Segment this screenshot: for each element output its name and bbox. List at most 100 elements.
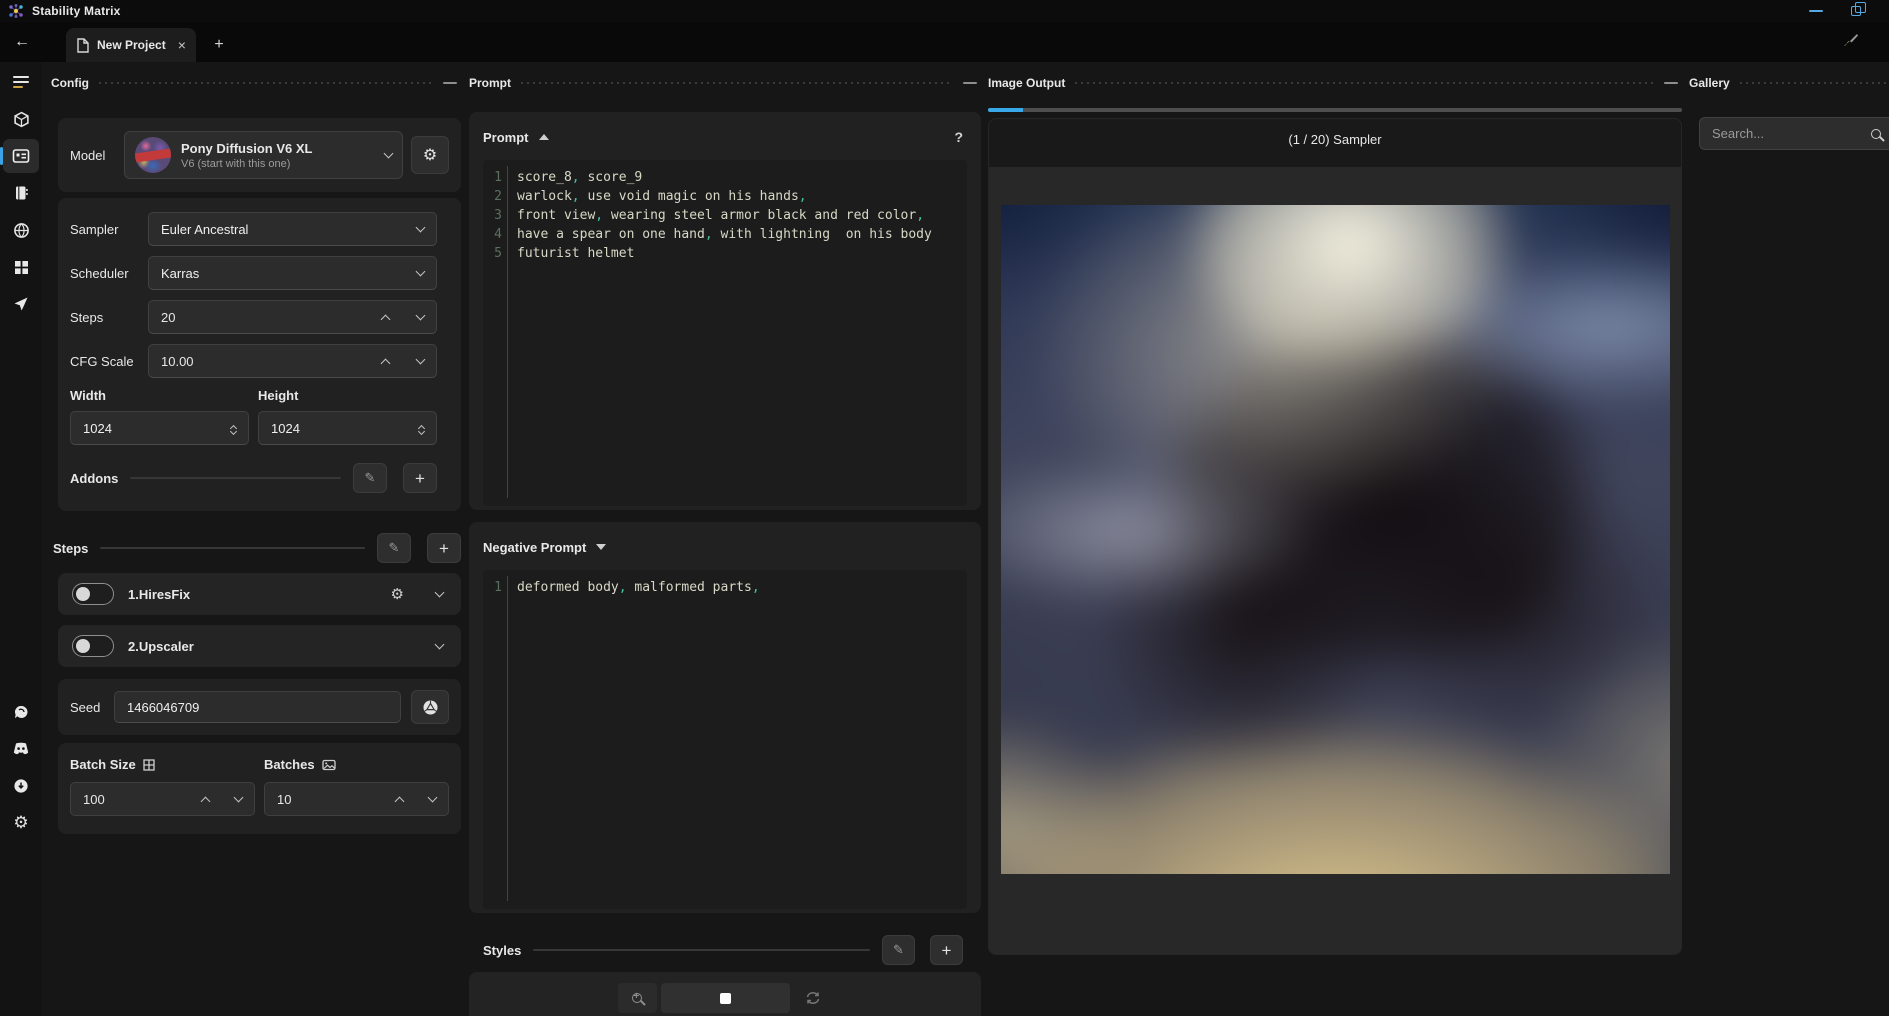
sampler-select[interactable]: Euler Ancestral: [148, 212, 437, 246]
sidebar-item-patreon[interactable]: [3, 695, 39, 729]
cfg-scale-input[interactable]: 10.00: [148, 344, 437, 378]
sidebar-item-checkpoints[interactable]: [3, 250, 39, 284]
styles-edit-button[interactable]: ✎: [882, 935, 915, 965]
help-button[interactable]: ?: [954, 129, 967, 145]
batch-grid-icon: [143, 758, 155, 771]
collapse-arrow-icon[interactable]: [538, 134, 549, 140]
download-icon: [13, 778, 29, 794]
chevron-down-icon: [415, 222, 426, 233]
scheduler-select[interactable]: Karras: [148, 256, 437, 290]
globe-icon: [13, 222, 30, 239]
batch-size-input[interactable]: 100: [70, 782, 255, 816]
height-label: Height: [258, 388, 299, 403]
steps-value: 20: [161, 309, 176, 325]
hiresfix-toggle[interactable]: [72, 583, 114, 605]
titlebar: Stability Matrix: [0, 0, 1889, 22]
new-tab-button[interactable]: +: [208, 34, 230, 56]
divider: [130, 477, 341, 479]
cfg-scale-label: CFG Scale: [70, 353, 134, 369]
stepper-icon[interactable]: [417, 422, 426, 436]
collapse-handle[interactable]: [443, 82, 457, 84]
chevron-down-icon[interactable]: [434, 587, 445, 598]
sampler-value: Euler Ancestral: [161, 221, 249, 237]
restore-button[interactable]: [1851, 2, 1866, 16]
sidebar-item-share[interactable]: [3, 287, 39, 321]
plus-icon: +: [415, 468, 425, 488]
steps-add-button[interactable]: +: [427, 533, 461, 563]
sidebar-item-packages[interactable]: [3, 102, 39, 136]
model-select[interactable]: Pony Diffusion V6 XL V6 (start with this…: [124, 131, 403, 179]
positive-prompt-card: Prompt ? 1 2 3 4 5 score_8, score_9 warlock, u…: [469, 112, 981, 510]
stop-generation-button[interactable]: [660, 983, 790, 1013]
batch-card: Batch Size Batches 100 10: [58, 743, 461, 834]
generation-progress-bar: [988, 108, 1682, 112]
sidebar-item-menu[interactable]: [3, 65, 39, 99]
seed-value: 1466046709: [127, 699, 200, 715]
back-button[interactable]: ←: [10, 30, 34, 54]
image-output-panel: Image Output (1 / 20) Sampler: [988, 62, 1682, 1016]
repeat-icon: [805, 991, 821, 1005]
close-icon: ×: [177, 37, 186, 53]
cfg-scale-value: 10.00: [161, 353, 194, 369]
gallery-search[interactable]: [1699, 117, 1889, 150]
positive-prompt-editor[interactable]: 1 2 3 4 5 score_8, score_9 warlock, use void m…: [483, 160, 967, 506]
tab-new-project[interactable]: New Project ×: [66, 28, 196, 62]
randomize-seed-button[interactable]: [411, 690, 449, 724]
sidebar-item-discord[interactable]: [3, 732, 39, 766]
addons-edit-button[interactable]: ✎: [353, 463, 387, 493]
stepper-icon[interactable]: [229, 422, 238, 436]
steps-edit-button[interactable]: ✎: [377, 533, 411, 563]
image-viewer: [989, 167, 1681, 954]
zoom-button[interactable]: [617, 983, 657, 1013]
notebook-icon: [13, 185, 29, 201]
batches-value: 10: [277, 791, 292, 807]
sidebar-item-downloads[interactable]: [3, 769, 39, 803]
image-output-card: (1 / 20) Sampler: [988, 118, 1682, 955]
addons-add-button[interactable]: +: [403, 463, 437, 493]
decrement-icon[interactable]: [427, 792, 438, 803]
seed-input[interactable]: 1466046709: [114, 691, 401, 723]
model-settings-button[interactable]: ⚙: [411, 136, 449, 174]
height-input[interactable]: 1024: [258, 411, 437, 445]
dice-icon: [422, 699, 439, 716]
search-input[interactable]: [1712, 126, 1863, 141]
negative-prompt-editor[interactable]: 1 deformed body, malformed parts,: [483, 570, 967, 909]
tab-close-button[interactable]: ×: [178, 38, 186, 52]
decrement-icon[interactable]: [415, 354, 426, 365]
app-window: Stability Matrix ← New Project × + ⚙ Con…: [0, 0, 1889, 1016]
gallery-title: Gallery: [1689, 76, 1730, 90]
width-label: Width: [70, 388, 106, 403]
back-arrow-icon: ←: [14, 33, 30, 50]
document-icon: [76, 37, 89, 53]
decrement-icon[interactable]: [415, 310, 426, 321]
sidebar-item-model-browser[interactable]: [3, 213, 39, 247]
minimize-button[interactable]: [1809, 10, 1823, 12]
increment-icon[interactable]: [394, 796, 405, 806]
collapse-handle[interactable]: [1664, 82, 1678, 84]
hiresfix-settings-button[interactable]: ⚙: [391, 585, 404, 603]
negative-prompt-card: Negative Prompt 1 deformed body, malforme…: [469, 522, 981, 913]
batches-input[interactable]: 10: [264, 782, 449, 816]
model-card: Model Pony Diffusion V6 XL V6 (start wit…: [58, 118, 461, 192]
model-avatar: [135, 137, 171, 173]
increment-icon[interactable]: [380, 358, 391, 368]
upscaler-toggle[interactable]: [72, 635, 114, 657]
sidebar-item-inference[interactable]: [0, 139, 39, 173]
sidebar-item-notebook[interactable]: [3, 176, 39, 210]
positive-prompt-title: Prompt: [483, 129, 529, 145]
styles-add-button[interactable]: +: [930, 935, 963, 965]
seed-card: Seed 1466046709: [58, 679, 461, 735]
collapse-arrow-icon[interactable]: [596, 544, 607, 550]
loop-generation-button[interactable]: [794, 983, 833, 1013]
increment-icon[interactable]: [380, 314, 391, 324]
gear-icon: ⚙: [390, 586, 404, 603]
sidebar-item-settings[interactable]: ⚙: [3, 806, 39, 840]
collapse-handle[interactable]: [963, 82, 977, 84]
steps-input[interactable]: 20: [148, 300, 437, 334]
theme-brush-button[interactable]: [1842, 32, 1859, 49]
decrement-icon[interactable]: [233, 792, 244, 803]
increment-icon[interactable]: [200, 796, 211, 806]
width-input[interactable]: 1024: [70, 411, 249, 445]
chevron-down-icon[interactable]: [434, 639, 445, 650]
batches-image-icon: [321, 759, 336, 771]
